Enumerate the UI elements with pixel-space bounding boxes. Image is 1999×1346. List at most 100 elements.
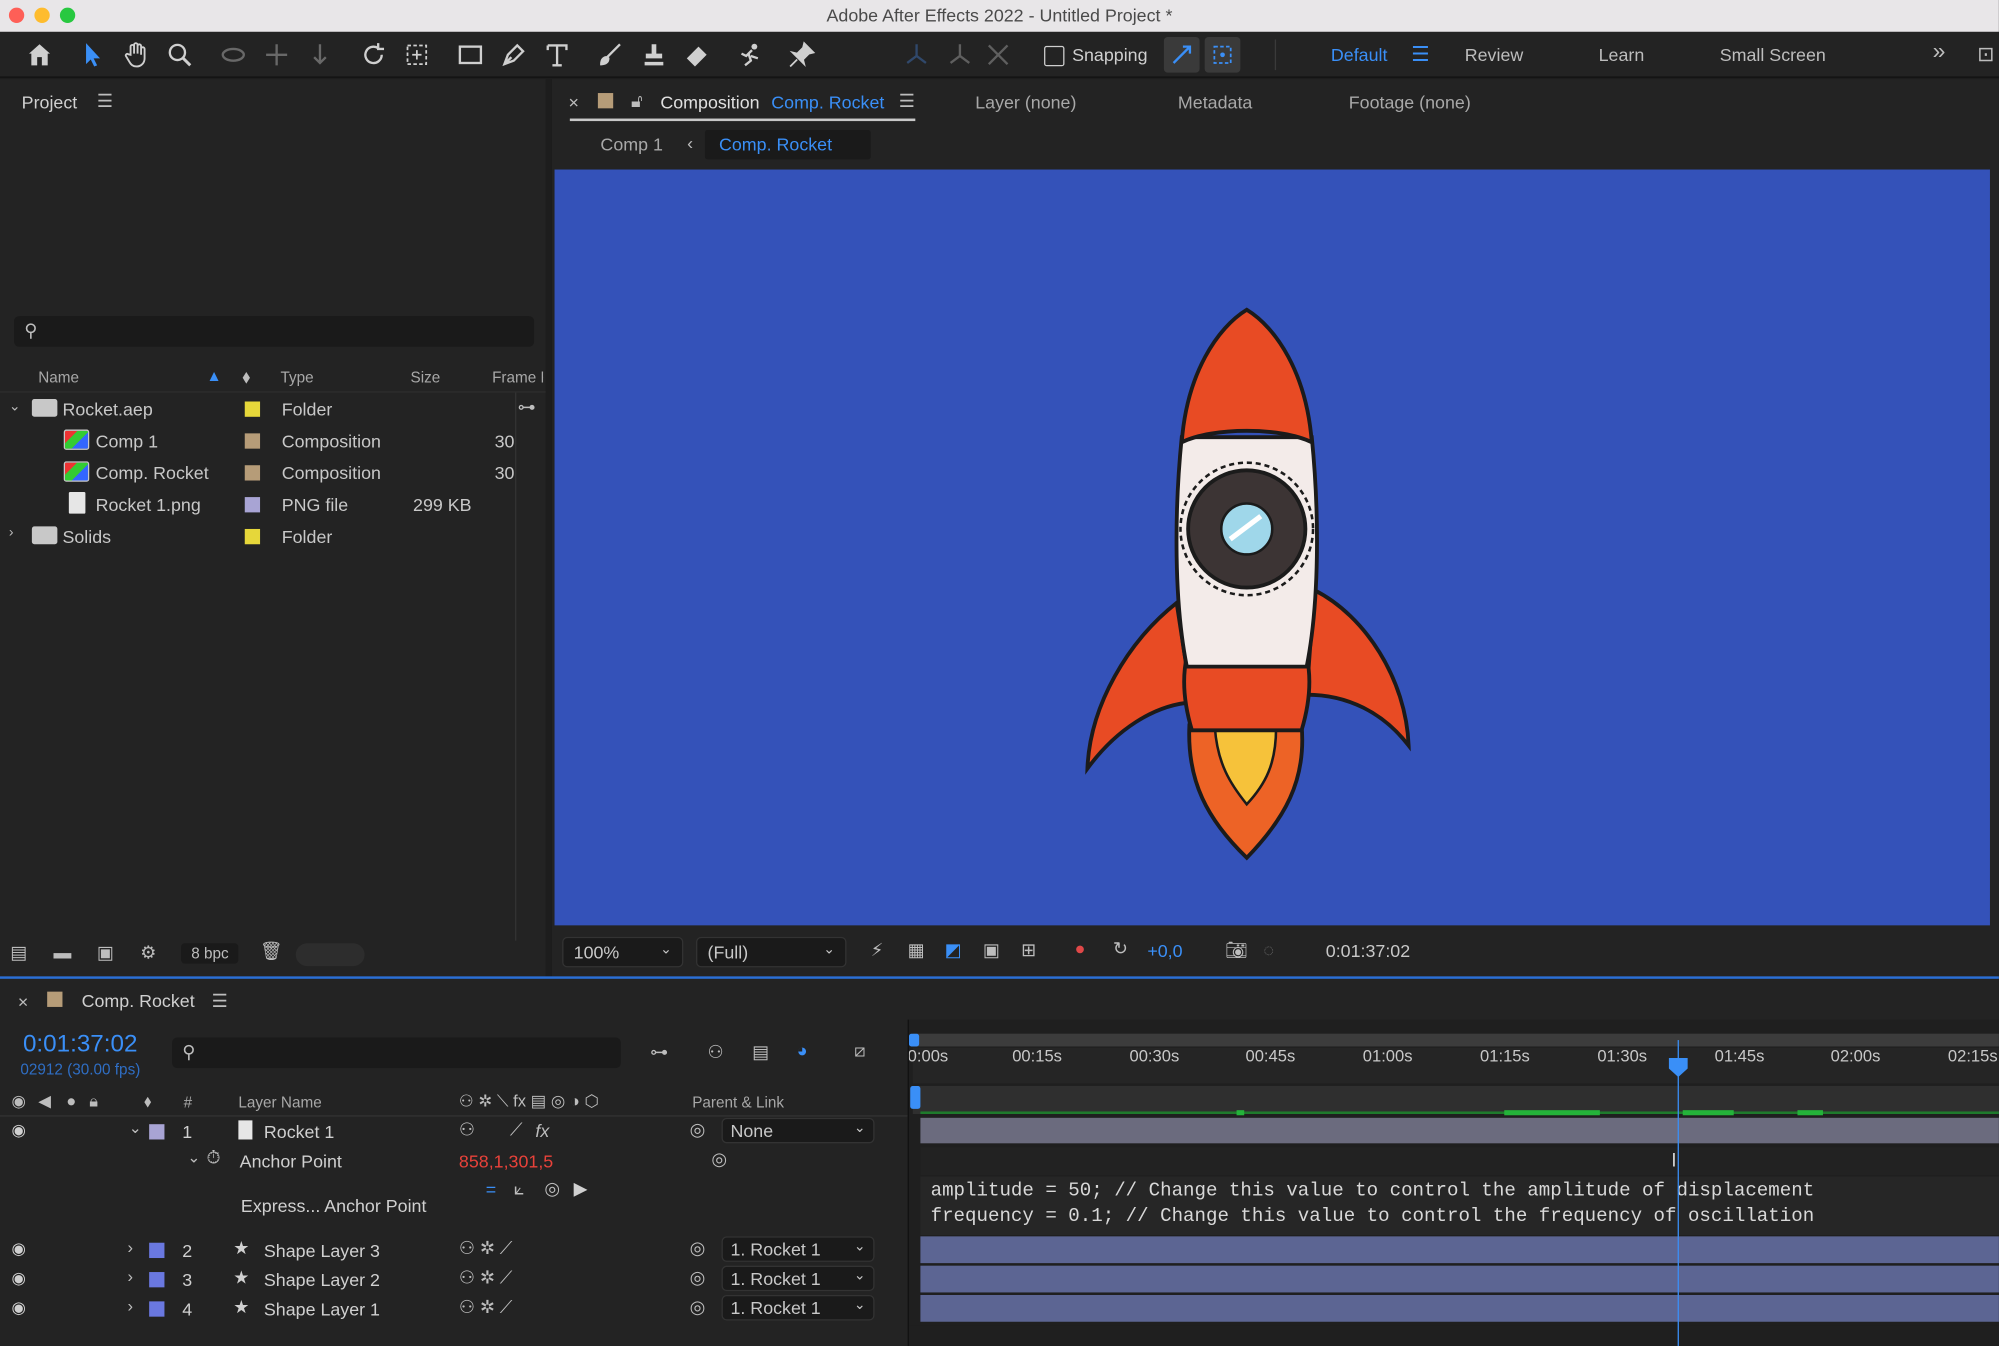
shy-layers-icon[interactable]: ⚇: [708, 1041, 724, 1063]
label-color-swatch[interactable]: [244, 528, 261, 545]
snap-edges-icon[interactable]: [1163, 36, 1200, 73]
view-axis-icon[interactable]: [980, 37, 1016, 73]
expression-line-2[interactable]: frequency = 0.1; // Change this value to…: [931, 1206, 1815, 1228]
timeline-search-input[interactable]: ⚲: [172, 1037, 621, 1069]
layer-switches-icon[interactable]: ⚇ ✲ ⟋: [459, 1238, 512, 1260]
dolly-camera-icon[interactable]: [302, 37, 338, 73]
interpret-footage-icon[interactable]: ▤: [10, 942, 27, 964]
more-workspaces-icon[interactable]: »: [1933, 38, 1946, 65]
frame-blending-icon[interactable]: ▤: [752, 1041, 769, 1063]
workspace-small-screen[interactable]: Small Screen: [1720, 45, 1826, 65]
column-name[interactable]: Name: [38, 368, 79, 386]
mask-visibility-icon[interactable]: ◩: [945, 939, 962, 961]
quality-switch-icon[interactable]: ⟋: [510, 1119, 523, 1141]
close-panel-icon[interactable]: ×: [569, 92, 579, 112]
tab-layer[interactable]: Layer (none): [975, 92, 1076, 112]
layer-name[interactable]: Shape Layer 3: [264, 1240, 380, 1260]
workspace-learn[interactable]: Learn: [1599, 45, 1645, 65]
pen-tool-icon[interactable]: [496, 37, 532, 73]
layer-name[interactable]: Rocket 1: [264, 1122, 334, 1142]
pick-whip-icon[interactable]: ◎: [690, 1238, 706, 1260]
viewer-timecode[interactable]: 0:01:37:02: [1326, 941, 1410, 961]
project-panel-menu-icon[interactable]: ☰: [97, 90, 113, 112]
sort-ascending-icon[interactable]: ▲: [207, 367, 222, 385]
pan-behind-tool-icon[interactable]: [399, 37, 435, 73]
tab-metadata[interactable]: Metadata: [1178, 92, 1252, 112]
work-area-start-handle[interactable]: [908, 1033, 920, 1047]
project-item-comp-rocket[interactable]: Comp. Rocket Composition 30: [0, 458, 516, 490]
work-area-bar[interactable]: [912, 1033, 1999, 1047]
expression-editor[interactable]: amplitude = 50; // Change this value to …: [920, 1176, 1999, 1236]
transparency-grid-icon[interactable]: ▦: [908, 939, 925, 961]
parent-dropdown[interactable]: 1. Rocket 1 ⌄: [721, 1265, 875, 1292]
hand-tool-icon[interactable]: [119, 37, 155, 73]
layer-row-shape-layer-3[interactable]: ◉ › 2 ★ Shape Layer 3 ⚇ ✲ ⟋ ◎ 1. Rocket …: [0, 1236, 908, 1264]
snapshot-camera-icon[interactable]: 📷︎: [1225, 939, 1248, 961]
shy-switch-icon[interactable]: ⚇: [459, 1119, 475, 1141]
expression-line-1[interactable]: amplitude = 50; // Change this value to …: [931, 1180, 1815, 1202]
thumbnail-slider[interactable]: [295, 943, 365, 967]
reset-exposure-icon[interactable]: ↻: [1113, 938, 1128, 960]
resolution-dropdown[interactable]: (Full) ⌄: [696, 936, 847, 968]
lock-icon[interactable]: 🔒︎: [89, 1091, 98, 1111]
layer-label-swatch[interactable]: [149, 1301, 165, 1317]
snapping-checkbox[interactable]: [1044, 45, 1065, 67]
selection-tool-icon[interactable]: [75, 37, 111, 73]
workspace-default[interactable]: Default: [1331, 45, 1388, 65]
chevron-right-icon[interactable]: ›: [127, 1267, 133, 1286]
zoom-window-button[interactable]: [59, 7, 76, 23]
brush-tool-icon[interactable]: [593, 37, 629, 73]
graph-editor-icon[interactable]: ⧄: [854, 1040, 865, 1062]
label-color-swatch[interactable]: [244, 497, 261, 513]
composition-menu-icon[interactable]: ☰: [899, 90, 915, 112]
minimize-window-button[interactable]: [34, 7, 50, 23]
color-channels-icon[interactable]: ●: [1075, 938, 1086, 958]
layer-switches-icon[interactable]: ⚇ ✲ ⟋: [459, 1267, 512, 1289]
expression-enable-icon[interactable]: =: [486, 1179, 496, 1199]
world-axis-icon[interactable]: [942, 37, 978, 73]
label-tag-icon[interactable]: ⬧: [144, 1091, 151, 1111]
project-settings-icon[interactable]: ⚙: [140, 942, 156, 964]
trash-icon[interactable]: 🗑: [260, 941, 283, 963]
breadcrumb-comp-rocket[interactable]: Comp. Rocket: [704, 130, 871, 160]
current-time-display[interactable]: 0:01:37:02: [23, 1031, 137, 1059]
flowchart-icon[interactable]: ⊶: [518, 396, 536, 418]
column-type[interactable]: Type: [280, 368, 313, 386]
lock-icon[interactable]: 🔓︎: [631, 90, 643, 112]
new-composition-icon[interactable]: ▣: [97, 942, 114, 964]
new-folder-icon[interactable]: ▬: [54, 942, 72, 962]
visibility-eye-icon[interactable]: ◉: [11, 1268, 25, 1288]
label-color-swatch[interactable]: [244, 401, 261, 417]
expression-graph-icon[interactable]: ⟀: [514, 1178, 525, 1200]
project-item-solids[interactable]: › Solids Folder: [0, 521, 516, 553]
region-of-interest-icon[interactable]: ▣: [983, 939, 1000, 961]
snap-features-icon[interactable]: [1204, 36, 1241, 73]
layer-bar-shape-layer-2[interactable]: [920, 1265, 1999, 1293]
roto-brush-tool-icon[interactable]: [733, 37, 769, 73]
composition-tab-name[interactable]: Comp. Rocket: [771, 92, 884, 112]
layer-row-rocket-1[interactable]: ◉ ⌄ 1 Rocket 1 ⚇ ⟋ fx ◎ None ⌄: [0, 1117, 908, 1146]
motion-blur-icon[interactable]: ◕: [797, 1040, 808, 1060]
timeline-menu-icon[interactable]: ☰: [212, 990, 228, 1012]
composition-canvas[interactable]: [554, 169, 1990, 926]
bit-depth-button[interactable]: 8 bpc: [181, 943, 239, 964]
visibility-eye-icon[interactable]: ◉: [11, 1298, 25, 1318]
chevron-right-icon[interactable]: ›: [127, 1238, 133, 1257]
property-value[interactable]: 858,1,301,5: [459, 1151, 553, 1171]
layer-bar-rocket-1[interactable]: [920, 1117, 1999, 1144]
expression-language-menu-icon[interactable]: ▶: [574, 1178, 588, 1200]
timeline-comp-name[interactable]: Comp. Rocket: [82, 990, 195, 1010]
parent-dropdown[interactable]: 1. Rocket 1 ⌄: [721, 1294, 875, 1321]
rotation-tool-icon[interactable]: [356, 37, 392, 73]
layer-bar-shape-layer-3[interactable]: [920, 1236, 1999, 1264]
pick-whip-icon[interactable]: ◎: [690, 1296, 706, 1318]
layer-name[interactable]: Shape Layer 2: [264, 1270, 380, 1290]
fast-previews-icon[interactable]: ⚡︎: [871, 939, 884, 961]
column-size[interactable]: Size: [410, 368, 440, 386]
home-icon[interactable]: [22, 37, 58, 73]
eraser-tool-icon[interactable]: [679, 37, 715, 73]
magnification-dropdown[interactable]: 100% ⌄: [562, 936, 684, 968]
visibility-eye-icon[interactable]: ◉: [11, 1120, 25, 1140]
column-layer-name[interactable]: Layer Name: [238, 1094, 321, 1112]
workspace-review[interactable]: Review: [1465, 45, 1524, 65]
